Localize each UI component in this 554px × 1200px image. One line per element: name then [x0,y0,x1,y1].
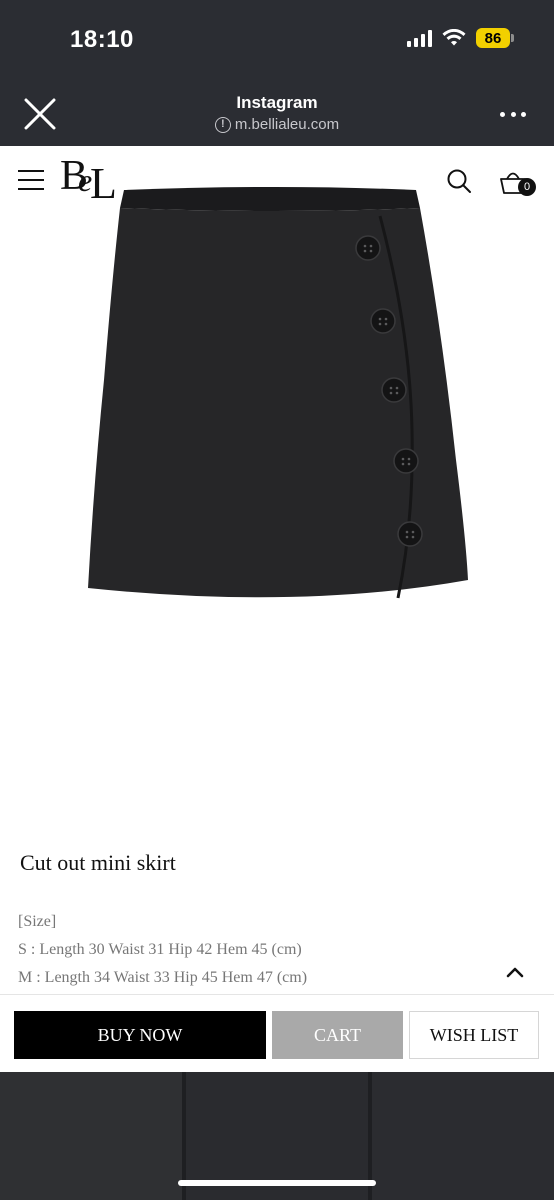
size-s-line: S : Length 30 Waist 31 Hip 42 Hem 45 (cm… [18,941,302,958]
browser-chrome: 18:10 86 Instagram ! m.bellialeu.com [0,0,554,146]
wifi-icon [442,29,466,46]
preview-thumbnail[interactable] [372,1072,554,1200]
more-dots-icon [500,111,505,117]
status-time: 18:10 [70,26,134,53]
cart-button[interactable]: 0 [498,166,538,200]
chevron-up-icon[interactable] [502,962,528,982]
search-icon [447,169,471,193]
browser-title: Instagram [236,93,318,112]
home-indicator[interactable] [178,1180,376,1186]
menu-button[interactable] [18,170,44,190]
size-m-line: M : Length 34 Waist 33 Hip 45 Hem 47 (cm… [18,969,308,986]
action-bar: BUY NOW CART WISH LIST [0,994,554,1073]
product-image[interactable] [80,180,480,610]
status-icons: 86 [407,28,514,48]
hamburger-icon [18,170,44,172]
preview-thumbnail[interactable] [0,1072,182,1200]
buy-now-button[interactable]: BUY NOW [14,1011,266,1059]
url-text: m.bellialeu.com [234,116,340,133]
battery-indicator: 86 [476,28,514,48]
cart-count-badge: 0 [518,178,536,196]
add-to-cart-button[interactable]: CART [272,1011,403,1059]
size-info: [Size] S : Length 30 Waist 31 Hip 42 Hem… [18,908,307,992]
info-icon[interactable]: ! [214,116,231,133]
more-options-button[interactable] [500,110,526,118]
search-button[interactable] [446,168,472,194]
url-bar[interactable]: ! m.bellialeu.com [0,116,554,133]
cellular-signal-icon [407,29,432,47]
product-title: Cut out mini skirt [20,850,176,875]
brand-logo[interactable]: B e L [60,152,120,208]
wish-list-button[interactable]: WISH LIST [409,1011,539,1059]
size-heading: [Size] [18,913,57,930]
